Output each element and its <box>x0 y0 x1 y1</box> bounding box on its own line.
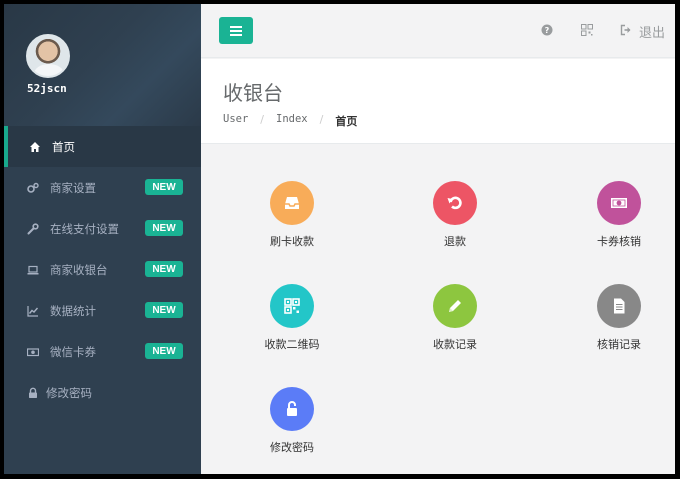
money-icon <box>597 181 641 225</box>
lock-icon <box>26 386 40 400</box>
sidebar-item-change-password[interactable]: 修改密码 <box>4 372 201 413</box>
username[interactable]: 52jscn <box>27 82 67 95</box>
sidebar-nav: 首页 商家设置 NEW 在线支付设置 NEW 商家收银台 NEW 数据统计 NE… <box>4 126 201 413</box>
sidebar-item-online-payment[interactable]: 在线支付设置 NEW <box>4 208 201 249</box>
wrench-icon <box>26 222 40 236</box>
pencil-icon <box>433 284 477 328</box>
sidebar-item-label: 数据统计 <box>50 303 96 318</box>
undo-icon <box>433 181 477 225</box>
menu-icon <box>230 25 242 36</box>
new-badge: NEW <box>145 261 183 277</box>
breadcrumb-item[interactable]: User <box>223 113 248 129</box>
breadcrumb-current: 首页 <box>335 115 358 128</box>
action-label: 核销记录 <box>597 338 641 351</box>
sidebar-item-label: 在线支付设置 <box>50 221 119 236</box>
sidebar-item-label: 修改密码 <box>46 385 92 400</box>
menu-toggle-button[interactable] <box>219 17 253 44</box>
sidebar-item-label: 商家收银台 <box>50 262 108 277</box>
verify-records-button[interactable]: 核销记录 <box>559 284 675 364</box>
sidebar-item-cashier[interactable]: 商家收银台 NEW <box>4 249 201 290</box>
new-badge: NEW <box>145 220 183 236</box>
app-window: 52jscn 首页 商家设置 NEW 在线支付设置 NEW 商家收银台 NEW … <box>4 4 675 474</box>
action-label: 修改密码 <box>270 441 314 454</box>
breadcrumb: User / Index / 首页 <box>223 113 357 129</box>
cogs-icon <box>26 181 40 195</box>
sidebar-item-merchant-settings[interactable]: 商家设置 NEW <box>4 167 201 208</box>
sidebar-item-home[interactable]: 首页 <box>4 126 201 167</box>
sidebar: 52jscn 首页 商家设置 NEW 在线支付设置 NEW 商家收银台 NEW … <box>4 4 201 474</box>
laptop-icon <box>26 263 40 277</box>
inbox-icon <box>270 181 314 225</box>
new-badge: NEW <box>145 179 183 195</box>
breadcrumb-separator: / <box>319 113 324 126</box>
coupon-verify-button[interactable]: 卡券核销 <box>559 181 675 261</box>
action-label: 收款记录 <box>433 338 477 351</box>
avatar[interactable] <box>26 34 70 78</box>
action-label: 收款二维码 <box>264 338 320 351</box>
sidebar-item-label: 商家设置 <box>50 180 96 195</box>
new-badge: NEW <box>145 302 183 318</box>
breadcrumb-item[interactable]: Index <box>276 113 308 129</box>
breadcrumb-separator: / <box>260 113 265 126</box>
change-password-button[interactable]: 修改密码 <box>232 387 352 467</box>
qrcode-icon[interactable] <box>580 23 594 37</box>
file-icon <box>597 284 641 328</box>
sidebar-item-wechat-coupons[interactable]: 微信卡券 NEW <box>4 331 201 372</box>
money-icon <box>26 345 40 359</box>
refund-button[interactable]: 退款 <box>395 181 515 261</box>
unlock-icon <box>270 387 314 431</box>
page-heading: 收银台 User / Index / 首页 <box>201 59 675 144</box>
sign-out-icon[interactable] <box>619 23 633 37</box>
svg-text:?: ? <box>545 26 550 35</box>
sidebar-item-label: 微信卡券 <box>50 344 96 359</box>
new-badge: NEW <box>145 343 183 359</box>
top-navbar: ? 退出 <box>201 4 675 58</box>
sidebar-item-label: 首页 <box>52 139 75 154</box>
card-swipe-payment-button[interactable]: 刷卡收款 <box>232 181 352 261</box>
line-chart-icon <box>26 304 40 318</box>
qrcode-icon <box>270 284 314 328</box>
logout-link[interactable]: 退出 <box>639 22 665 41</box>
page-title: 收银台 <box>223 81 283 105</box>
profile-panel: 52jscn <box>4 4 201 126</box>
action-label: 刷卡收款 <box>270 235 314 248</box>
home-icon <box>28 140 42 154</box>
payment-qrcode-button[interactable]: 收款二维码 <box>232 284 352 364</box>
action-label: 卡券核销 <box>597 235 641 248</box>
help-icon[interactable]: ? <box>540 23 554 37</box>
sidebar-item-statistics[interactable]: 数据统计 NEW <box>4 290 201 331</box>
action-label: 退款 <box>444 235 466 248</box>
payment-records-button[interactable]: 收款记录 <box>395 284 515 364</box>
